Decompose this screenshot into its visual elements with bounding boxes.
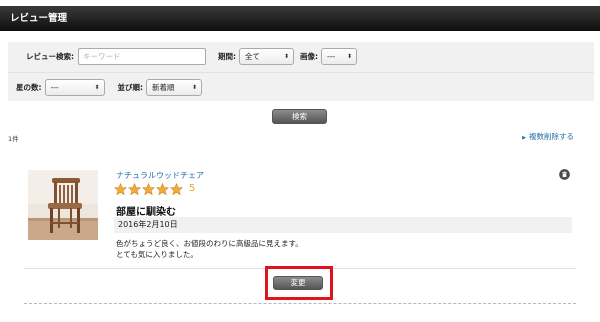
search-button[interactable]: 検索 (272, 109, 327, 124)
rating-value: 5 (189, 183, 196, 194)
page-header: レビュー管理 (0, 6, 600, 31)
product-name-link[interactable]: ナチュラルウッドチェア (116, 170, 204, 181)
star-icon (128, 182, 141, 195)
review-body-line-1: 色がちょうど良く、お値段のわりに高級品に見えます。 (116, 239, 303, 248)
period-select[interactable]: 全て ⬍ (239, 48, 294, 65)
image-select-value: --- (327, 52, 336, 61)
bulk-delete-label: 複数削除する (529, 132, 574, 141)
review-body-line-2: とても気に入りました。 (116, 250, 198, 259)
review-date: 2016年2月10日 (118, 220, 178, 229)
period-label: 期間: (218, 52, 236, 61)
triangle-right-icon: ▶ (522, 135, 526, 141)
review-date-bar: 2016年2月10日 (114, 217, 572, 233)
result-count: 1件 (8, 135, 19, 143)
stars-select-value: --- (50, 82, 59, 92)
chevron-down-icon: ⬍ (94, 83, 100, 91)
chevron-down-icon: ⬍ (283, 53, 289, 60)
sort-label: 並び順: (117, 82, 144, 92)
review-title: 部屋に馴染む (116, 207, 176, 218)
product-thumbnail (28, 170, 98, 240)
highlight-box (265, 266, 333, 300)
dashed-divider (24, 303, 576, 304)
stars-select[interactable]: --- ⬍ (44, 78, 105, 96)
filter-row-1: レビュー検索: 期間: 全て ⬍ 画像: --- ⬍ (8, 42, 594, 71)
sort-select-value: 新着順 (152, 82, 175, 92)
sort-select[interactable]: 新着順 ⬍ (146, 78, 202, 96)
star-icon (170, 182, 183, 195)
filter-row-2: 星の数: --- ⬍ 並び順: 新着順 ⬍ (8, 72, 594, 101)
trash-icon[interactable] (559, 169, 570, 180)
star-icon (142, 182, 155, 195)
star-icon (114, 182, 127, 195)
stars-label: 星の数: (16, 82, 42, 92)
review-body: 色がちょうど良く、お値段のわりに高級品に見えます。 とても気に入りました。 (116, 238, 303, 260)
keyword-label: レビュー検索: (26, 52, 74, 61)
page-title: レビュー管理 (10, 13, 68, 24)
chevron-down-icon: ⬍ (346, 53, 352, 60)
chevron-down-icon: ⬍ (191, 83, 197, 91)
image-label: 画像: (300, 52, 318, 61)
star-rating: 5 (114, 182, 195, 196)
keyword-search-input[interactable] (78, 48, 206, 65)
bulk-delete-link[interactable]: ▶ 複数削除する (522, 131, 574, 142)
filter-panel: レビュー検索: 期間: 全て ⬍ 画像: --- ⬍ 星の数: --- ⬍ 並び… (8, 42, 594, 101)
star-icon (156, 182, 169, 195)
image-select[interactable]: --- ⬍ (321, 48, 357, 65)
period-select-value: 全て (245, 52, 260, 61)
